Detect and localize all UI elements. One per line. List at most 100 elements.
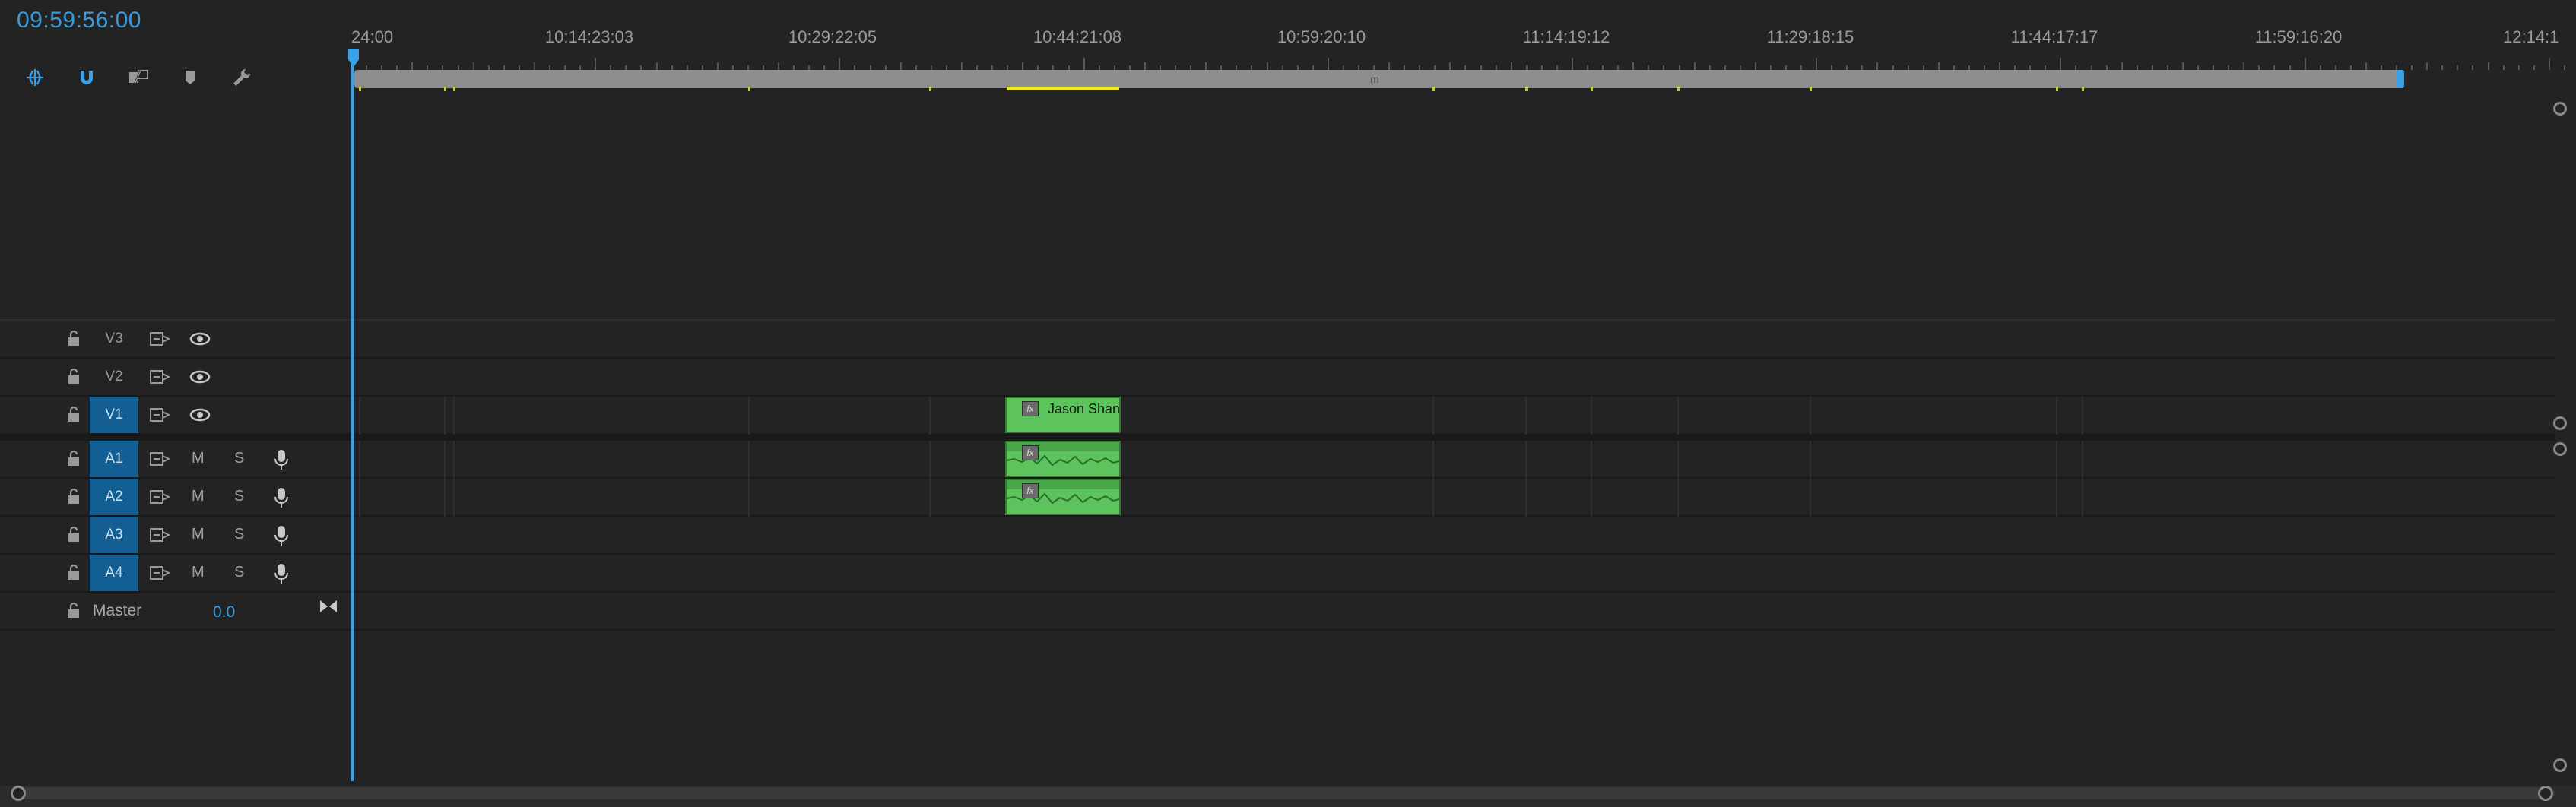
snap-magnet-icon[interactable] (73, 64, 100, 91)
track-label-v3[interactable]: V3 (90, 321, 138, 357)
mute-button[interactable]: M (192, 564, 205, 581)
sync-lock-icon[interactable] (149, 488, 171, 506)
edit-line (748, 441, 750, 517)
solo-button[interactable]: S (234, 488, 244, 505)
track-label-a3[interactable]: A3 (90, 517, 138, 553)
playhead-timecode[interactable]: 09:59:56:00 (17, 8, 141, 33)
lock-icon[interactable] (65, 366, 82, 386)
edit-line (748, 397, 750, 435)
marker[interactable] (2082, 87, 2084, 91)
edit-line (453, 397, 455, 435)
sync-lock-icon[interactable] (149, 526, 171, 544)
marker[interactable] (1677, 87, 1680, 91)
edit-line (359, 441, 360, 517)
solo-button[interactable]: S (234, 526, 244, 543)
solo-button[interactable]: S (234, 450, 244, 467)
track-row-v2 (0, 359, 2555, 397)
sync-lock-icon[interactable] (149, 450, 171, 468)
lock-icon[interactable] (65, 328, 82, 348)
ruler-label: 12:14:1 (2503, 27, 2559, 46)
scroll-knob-left[interactable] (11, 786, 26, 801)
audio-scroll-knob-bottom[interactable] (2553, 758, 2567, 772)
sync-lock-icon[interactable] (149, 330, 171, 348)
eye-icon[interactable] (189, 406, 211, 424)
marker[interactable] (444, 87, 446, 91)
ruler-label: 10:29:22:05 (788, 27, 877, 46)
marker[interactable] (453, 87, 455, 91)
video-scroll-knob-top[interactable] (2553, 102, 2567, 116)
edit-line (1525, 397, 1527, 435)
marker-range[interactable] (1007, 87, 1119, 90)
fx-badge[interactable]: fx (1022, 401, 1039, 416)
time-ruler[interactable]: 24:00 10:14:23:03 10:29:22:05 10:44:21:0… (351, 21, 2576, 70)
edit-line (444, 441, 446, 517)
edit-line (1810, 397, 1811, 435)
fx-badge[interactable]: fx (1022, 483, 1039, 498)
marker[interactable] (1525, 87, 1528, 91)
microphone-icon[interactable] (272, 486, 290, 509)
audio-scroll-knob-top[interactable] (2553, 442, 2567, 456)
track-label-v1[interactable]: V1 (90, 397, 138, 433)
edit-line (2056, 397, 2057, 435)
edit-line (1525, 441, 1527, 517)
track-label-v2[interactable]: V2 (90, 359, 138, 395)
edit-line (1810, 441, 1811, 517)
settings-wrench-icon[interactable] (228, 64, 255, 91)
zoom-handle-right[interactable] (2397, 70, 2404, 88)
marker[interactable] (1810, 87, 1812, 91)
sync-lock-icon[interactable] (149, 406, 171, 424)
lock-icon[interactable] (65, 404, 82, 424)
playhead-line[interactable] (351, 61, 354, 781)
sync-lock-icon[interactable] (149, 564, 171, 582)
microphone-icon[interactable] (272, 524, 290, 547)
fx-badge[interactable]: fx (1022, 445, 1039, 460)
video-audio-divider[interactable] (0, 435, 2555, 441)
marker[interactable] (748, 87, 750, 91)
master-volume-value[interactable]: 0.0 (213, 603, 235, 622)
audio-clip-a2[interactable]: fx (1005, 479, 1121, 515)
scroll-knob-right[interactable] (2538, 786, 2553, 801)
video-clip[interactable]: fx Jason Shan (1005, 397, 1121, 433)
microphone-icon[interactable] (272, 562, 290, 585)
master-gain-icon[interactable] (318, 596, 339, 617)
marker[interactable] (2056, 87, 2058, 91)
track-row-a2 (0, 479, 2555, 517)
mute-button[interactable]: M (192, 450, 205, 467)
sync-lock-icon[interactable] (149, 368, 171, 386)
marker-strip (354, 87, 2400, 91)
ruler-label: 11:14:19:12 (1522, 27, 1610, 46)
track-label-a1[interactable]: A1 (90, 441, 138, 477)
add-marker-icon[interactable] (176, 64, 204, 91)
mute-button[interactable]: M (192, 526, 205, 543)
eye-icon[interactable] (189, 330, 211, 348)
lock-icon[interactable] (65, 524, 82, 544)
track-row-v3 (0, 321, 2555, 359)
zoom-grip: m (1370, 73, 1379, 85)
marker[interactable] (1432, 87, 1435, 91)
lock-icon[interactable] (65, 562, 82, 582)
ripple-edit-icon[interactable] (21, 64, 49, 91)
linked-selection-icon[interactable] (125, 64, 152, 91)
track-row-v1 (0, 397, 2555, 435)
track-label-a4[interactable]: A4 (90, 555, 138, 591)
lock-icon[interactable] (65, 448, 82, 468)
track-row-master (0, 593, 2555, 631)
solo-button[interactable]: S (234, 564, 244, 581)
ruler-label: 10:14:23:03 (544, 27, 634, 46)
marker[interactable] (929, 87, 931, 91)
marker[interactable] (359, 87, 361, 91)
ruler-label: 10:59:20:10 (1277, 27, 1366, 46)
horizontal-scrollbar[interactable] (15, 787, 2555, 799)
lock-icon[interactable] (65, 486, 82, 506)
lock-icon[interactable] (65, 600, 82, 620)
mute-button[interactable]: M (192, 488, 205, 505)
video-scroll-knob-bottom[interactable] (2553, 416, 2567, 430)
edit-line (2082, 441, 2083, 517)
microphone-icon[interactable] (272, 448, 290, 471)
audio-clip-a1[interactable]: fx (1005, 441, 1121, 477)
timeline-panel: 09:59:56:00 24:00 10:14:23:03 10:29:22:0… (0, 0, 2576, 807)
marker[interactable] (1591, 87, 1593, 91)
eye-icon[interactable] (189, 368, 211, 386)
track-label-a2[interactable]: A2 (90, 479, 138, 515)
ruler-label: 24:00 (351, 27, 394, 46)
